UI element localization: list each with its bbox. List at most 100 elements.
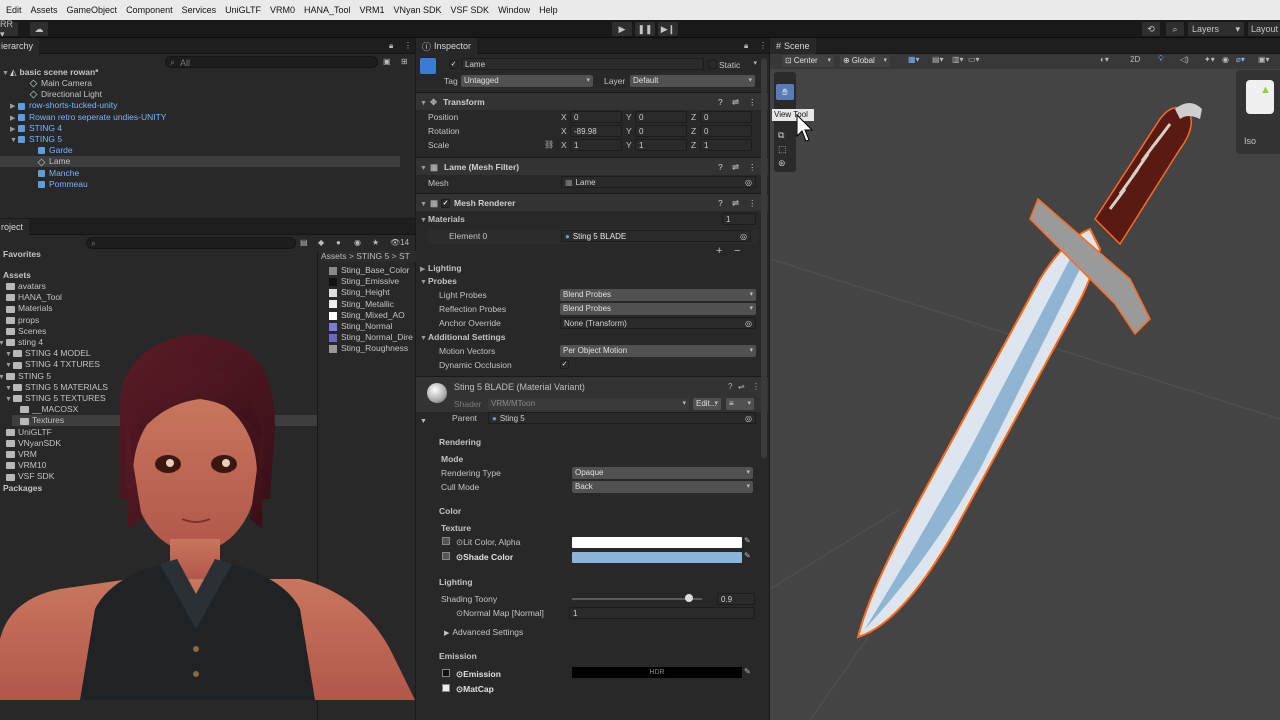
material-field[interactable]: ● Sting 5 BLADE ◎ — [561, 230, 751, 242]
lock-icon[interactable]: 🔒︎ — [389, 41, 393, 51]
normal-map-value[interactable]: 1 — [569, 607, 755, 619]
layout-dropdown[interactable]: Layout — [1248, 22, 1280, 36]
static-checkbox[interactable] — [708, 60, 717, 69]
advanced-settings-foldout[interactable]: ▶ Advanced Settings — [444, 627, 523, 637]
z-axis-label[interactable]: Z — [691, 140, 696, 150]
account-dropdown[interactable]: RR ▾ — [0, 19, 18, 39]
lit-color-swatch[interactable] — [572, 537, 742, 548]
menu-component[interactable]: Component — [126, 5, 173, 15]
kebab-menu-icon[interactable]: ⋮ — [748, 93, 757, 111]
scene-viewport[interactable] — [770, 69, 1280, 720]
effects-icon[interactable]: ✦▾ — [1204, 55, 1215, 64]
filter-icon[interactable]: ▣ — [383, 57, 391, 66]
rotation-z-field[interactable]: 0 — [700, 125, 752, 137]
position-z-field[interactable]: 0 — [700, 111, 752, 123]
kebab-menu-icon[interactable]: ⋮ — [752, 382, 760, 391]
inspector-scrollbar[interactable] — [761, 58, 767, 458]
mesh-renderer-header[interactable]: ▼ ▦ ✓ Mesh Renderer? ⇌ ⋮ — [416, 193, 768, 211]
tab-hierarchy[interactable]: ierarchy — [0, 38, 40, 54]
menu-vrm1[interactable]: VRM1 — [360, 5, 385, 15]
position-x-field[interactable]: 0 — [570, 111, 622, 123]
shader-dropdown[interactable]: VRM/MToon — [488, 398, 689, 410]
additional-settings-foldout[interactable]: ▼Additional Settings — [416, 330, 768, 344]
eyedropper-icon[interactable]: ✎ — [744, 551, 751, 560]
materials-count[interactable]: 1 — [722, 213, 756, 225]
shading-toony-slider[interactable] — [572, 598, 702, 600]
texture-slot-icon[interactable] — [442, 537, 450, 545]
2d-toggle[interactable]: 2D — [1130, 55, 1140, 64]
remove-icon[interactable]: − — [734, 245, 740, 257]
menu-help[interactable]: Help — [539, 5, 558, 15]
menu-vnyan-sdk[interactable]: VNyan SDK — [394, 5, 442, 15]
emission-color-swatch[interactable]: HDR — [572, 667, 742, 678]
y-axis-label[interactable]: Y — [626, 112, 632, 122]
kebab-menu-icon[interactable]: ⋮ — [748, 194, 757, 212]
eyedropper-icon[interactable]: ✎ — [744, 536, 751, 545]
x-axis-label[interactable]: X — [561, 112, 567, 122]
menu-vsf-sdk[interactable]: VSF SDK — [451, 5, 490, 15]
pivot-dropdown[interactable]: ⊡ Center — [782, 55, 834, 67]
preset-icon[interactable]: ⇌ — [732, 194, 739, 212]
menu-assets[interactable]: Assets — [31, 5, 58, 15]
y-axis-label[interactable]: Y — [626, 126, 632, 136]
space-dropdown[interactable]: ⊕ Global — [840, 55, 890, 67]
shade-color-swatch[interactable] — [572, 552, 742, 563]
materials-foldout[interactable]: ▼Materials — [416, 212, 768, 226]
menu-services[interactable]: Services — [182, 5, 217, 15]
rotation-y-field[interactable]: 0 — [635, 125, 687, 137]
lighting-foldout[interactable]: ▶ Lighting — [416, 261, 768, 275]
lock-icon[interactable]: 🔒︎ — [744, 41, 748, 51]
hierarchy-item[interactable]: Garde — [30, 145, 430, 156]
shading-toony-handle[interactable] — [685, 594, 693, 602]
tab-scene[interactable]: # Scene — [770, 38, 816, 54]
texture-slot-icon[interactable] — [442, 669, 450, 677]
pause-button[interactable]: ❚❚ — [635, 22, 655, 36]
menu-unigltf[interactable]: UniGLTF — [225, 5, 261, 15]
x-axis-label[interactable]: X — [561, 126, 567, 136]
tag-dropdown[interactable]: Untagged — [461, 75, 593, 87]
chevron-down-icon[interactable]: ▼ — [420, 418, 427, 425]
constrain-proportions-icon[interactable]: ⛓ — [544, 140, 554, 149]
audio-icon[interactable]: ◁) — [1180, 55, 1189, 64]
texture-slot-icon[interactable] — [442, 552, 450, 560]
lighting-icon[interactable]: 💡︎ — [1158, 54, 1164, 64]
transform-tool-icon[interactable]: ⊛ — [778, 158, 786, 169]
projection-label[interactable]: Iso — [1244, 136, 1256, 146]
hand-tool-icon[interactable]: ✋︎ — [776, 84, 794, 100]
enabled-checkbox[interactable]: ✓ — [441, 199, 451, 209]
hierarchy-item[interactable]: Main Camera — [22, 78, 422, 89]
texture-slot-icon[interactable] — [442, 684, 450, 692]
probes-foldout[interactable]: ▼Probes — [416, 274, 768, 288]
kebab-menu-icon[interactable]: ⋮ — [404, 41, 412, 50]
shading-toony-value[interactable]: 0.9 — [717, 593, 755, 605]
camera-icon[interactable]: ▣▾ — [1258, 55, 1270, 64]
target-icon[interactable]: ◎ — [745, 177, 752, 189]
hierarchy-item[interactable]: Lame — [0, 156, 400, 168]
parent-field[interactable]: ● Sting 5 ◎ — [488, 412, 756, 424]
kebab-menu-icon[interactable]: ⋮ — [759, 41, 767, 50]
step-button[interactable]: ▶❙ — [658, 22, 678, 36]
sword-model[interactable] — [856, 103, 1202, 639]
menu-vrm0[interactable]: VRM0 — [270, 5, 295, 15]
scale-z-field[interactable]: 1 — [700, 139, 752, 151]
visibility-icon[interactable]: ◉ — [1222, 55, 1229, 64]
active-checkbox[interactable]: ✓ — [449, 60, 458, 69]
layers-dropdown[interactable]: Layers ▾ — [1188, 22, 1244, 36]
ruler-icon[interactable]: ▭▾ — [968, 55, 980, 64]
position-y-field[interactable]: 0 — [635, 111, 687, 123]
hierarchy-item[interactable]: Directional Light — [22, 89, 422, 100]
mesh-filter-header[interactable]: ▼ ▦ Lame (Mesh Filter)? ⇌ ⋮ — [416, 157, 768, 175]
z-axis-label[interactable]: Z — [691, 126, 696, 136]
scene-root[interactable]: ▼◭ basic scene rowan* — [2, 67, 98, 78]
scale-y-field[interactable]: 1 — [635, 139, 687, 151]
scale-x-field[interactable]: 1 — [570, 139, 622, 151]
hierarchy-item[interactable]: ▶ row-shorts-tucked-unity — [10, 100, 410, 111]
shader-list-icon[interactable]: ≡ — [726, 398, 754, 410]
search-icon[interactable]: ⌕ — [1166, 22, 1184, 36]
history-icon[interactable]: ⟲ — [1142, 22, 1160, 36]
anchor-override-field[interactable]: None (Transform) ◎ — [560, 317, 756, 329]
light-probes-dropdown[interactable]: Blend Probes — [560, 289, 756, 301]
target-icon[interactable]: ◎ — [745, 413, 752, 425]
help-icon[interactable]: ? — [718, 194, 723, 212]
scale-tool-icon[interactable]: ⧉ — [778, 130, 784, 141]
